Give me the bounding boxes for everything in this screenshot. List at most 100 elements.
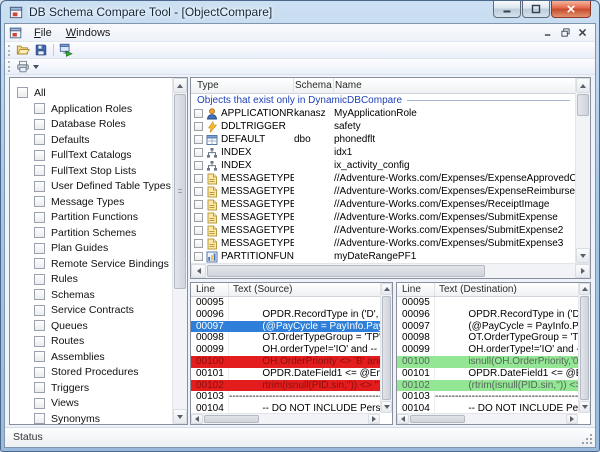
checkbox[interactable] [194,200,203,209]
scroll-down-button[interactable] [576,248,590,263]
connect-button[interactable] [57,42,75,58]
checkbox[interactable] [194,109,203,118]
destination-vscrollbar[interactable] [578,283,590,413]
code-row[interactable]: 00104 -- DO NOT INCLUDE PersonSum [191,403,380,413]
scroll-thumb[interactable] [382,296,391,400]
scroll-left-button[interactable] [397,414,409,424]
column-header-text-source[interactable]: Text (Source) [229,283,380,296]
sidebar-item-database-roles[interactable]: Database Roles [10,117,172,133]
code-row[interactable]: 00101 OPDR.DateField1 <= @EndDate an [397,368,578,380]
code-row[interactable]: 00096 OPDR.RecordType in ('D', 'A') [397,309,578,321]
object-row[interactable]: MESSAGETYPE//Adventure-Works.com/Expense… [191,198,575,211]
object-list-hscrollbar[interactable] [191,263,590,278]
source-vscrollbar[interactable] [380,283,392,413]
checkbox[interactable] [34,398,45,409]
sidebar-item-defaults[interactable]: Defaults [10,132,172,148]
menu-windows[interactable]: Windows [59,26,118,40]
checkbox[interactable] [34,305,45,316]
code-row[interactable]: 00101 OPDR.DateField1 <= @EndDate an [191,368,380,380]
checkbox[interactable] [34,382,45,393]
checkbox[interactable] [34,320,45,331]
object-row[interactable]: INDEXidx1 [191,146,575,159]
object-row[interactable]: PARTITIONFUNC...myDateRangePF1 [191,250,575,263]
checkbox[interactable] [34,351,45,362]
scroll-down-button[interactable] [173,409,187,424]
sidebar-item-triggers[interactable]: Triggers [10,380,172,396]
sidebar-item-partition-schemes[interactable]: Partition Schemes [10,225,172,241]
code-row[interactable]: 00097 (@PayCycle = PayInfo.PayCycle an [397,321,578,333]
checkbox[interactable] [34,289,45,300]
mdi-minimize-button[interactable] [540,26,557,40]
sidebar-item-stored-procedures[interactable]: Stored Procedures [10,365,172,381]
object-row[interactable]: MESSAGETYPE//Adventure-Works.com/Expense… [191,224,575,237]
mdi-restore-button[interactable] [557,26,574,40]
scroll-right-button[interactable] [575,264,590,278]
sidebar-item-plan-guides[interactable]: Plan Guides [10,241,172,257]
column-header-type[interactable]: Type [191,78,294,93]
object-row[interactable]: INDEXix_activity_config [191,159,575,172]
scroll-thumb[interactable] [410,415,465,423]
sidebar-item-fulltext-catalogs[interactable]: FullText Catalogs [10,148,172,164]
checkbox[interactable] [34,212,45,223]
object-row[interactable]: MESSAGETYPE//Adventure-Works.com/Expense… [191,185,575,198]
sidebar-item-rules[interactable]: Rules [10,272,172,288]
checkbox[interactable] [34,134,45,145]
checkbox[interactable] [34,181,45,192]
checkbox[interactable] [34,243,45,254]
checkbox[interactable] [194,213,203,222]
scroll-thumb[interactable] [174,94,186,289]
code-row[interactable]: 00102 (rtrim(isnull(PID.sin,'')) <> '' o… [397,380,578,392]
column-header-name[interactable]: Name [334,78,575,93]
checkbox[interactable] [17,87,28,98]
sidebar-item-views[interactable]: Views [10,396,172,412]
maximize-button[interactable] [522,1,550,18]
scroll-thumb[interactable] [207,265,485,277]
checkbox[interactable] [194,135,203,144]
code-row[interactable]: 00100 isnull(OH.OrderPriority,'0') <> 'B… [397,356,578,368]
sidebar-item-service-contracts[interactable]: Service Contracts [10,303,172,319]
object-row[interactable]: MESSAGETYPE//Adventure-Works.com/Expense… [191,237,575,250]
object-list-vscrollbar[interactable] [575,78,590,263]
code-row[interactable]: 00100 OH.OrderPriority <> 'B' and -- No [191,356,380,368]
close-button[interactable] [551,1,591,18]
sidebar-item-schemas[interactable]: Schemas [10,287,172,303]
print-dropdown-button[interactable] [14,59,41,75]
scroll-up-button[interactable] [576,78,590,93]
code-row[interactable]: 00098 OT.OrderTypeGroup = 'TP' and -- [397,332,578,344]
minimize-button[interactable] [493,1,521,18]
sidebar-item-remote-service-bindings[interactable]: Remote Service Bindings [10,256,172,272]
scroll-down-button[interactable] [579,401,590,413]
scroll-right-button[interactable] [368,414,380,424]
checkbox[interactable] [34,165,45,176]
column-header-line[interactable]: Line [397,283,435,296]
toolbar-grip[interactable] [8,45,11,56]
sidebar-item-partition-functions[interactable]: Partition Functions [10,210,172,226]
checkbox[interactable] [194,122,203,131]
checkbox[interactable] [34,196,45,207]
sidebar-item-assemblies[interactable]: Assemblies [10,349,172,365]
code-row[interactable]: 00099 OH.orderType!='IO' and -- NOT IO [397,344,578,356]
code-row[interactable]: 00103-----------------------------------… [397,391,578,403]
checkbox[interactable] [194,148,203,157]
sidebar-scrollbar[interactable] [172,78,187,424]
code-row[interactable]: 00102 rtrim(isnull(PID.sin,'')) <> '' an… [191,380,380,392]
scroll-right-button[interactable] [566,414,578,424]
checkbox[interactable] [194,187,203,196]
sidebar-item-synonyms[interactable]: Synonyms [10,411,172,424]
code-row[interactable]: 00097 (@PayCycle = PayInfo.PayCycle an [191,321,380,333]
source-hscrollbar[interactable] [191,413,380,424]
object-row[interactable]: DEFAULTdbophonedflt [191,133,575,146]
scroll-down-button[interactable] [381,401,392,413]
code-row[interactable]: 00104 -- DO NOT INCLUDE PersonSum [397,403,578,413]
checkbox[interactable] [34,258,45,269]
object-row[interactable]: MESSAGETYPE//Adventure-Works.com/Expense… [191,172,575,185]
scroll-up-button[interactable] [579,283,590,295]
sidebar-item-routes[interactable]: Routes [10,334,172,350]
scroll-thumb[interactable] [580,296,589,400]
save-button[interactable] [32,42,50,58]
scroll-left-button[interactable] [191,414,203,424]
open-button[interactable] [14,42,32,58]
title-bar[interactable]: DB Schema Compare Tool - [ObjectCompare] [1,1,599,23]
code-row[interactable]: 00103-----------------------------------… [191,391,380,403]
column-header-line[interactable]: Line [191,283,229,296]
